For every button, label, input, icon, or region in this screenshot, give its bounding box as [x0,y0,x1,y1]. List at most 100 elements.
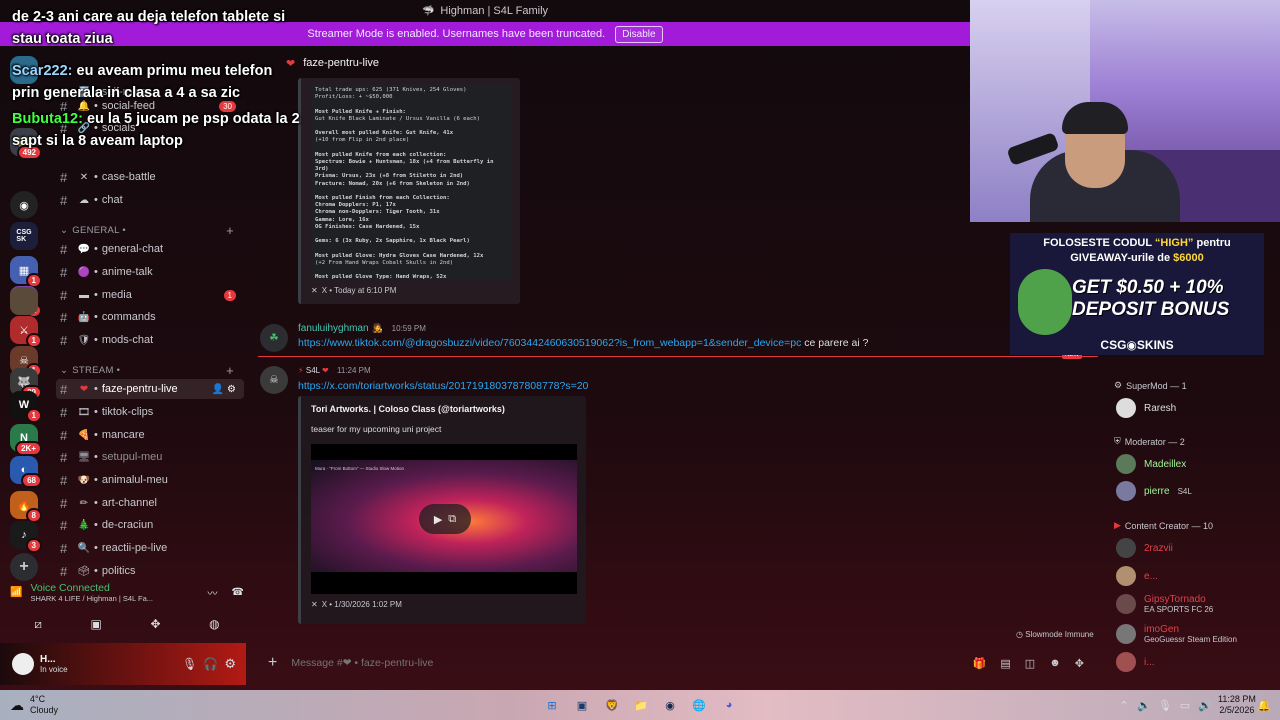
noise-icon[interactable]: ◍ [209,617,219,632]
member-item[interactable]: i... [1116,652,1155,672]
channel-emoji-icon: ☁ [79,194,89,206]
add-channel-icon[interactable]: + [226,363,234,378]
message-author[interactable]: fanuluihyghman [298,323,369,334]
channel-mancare[interactable]: # 🍕 • mancare [56,425,244,445]
disconnect-icon[interactable]: ☎ [232,587,244,598]
sticker-icon[interactable]: ◫ [1025,657,1035,670]
server-icon[interactable]: ◉ [10,191,38,219]
channel-reactii-pe-live[interactable]: # 🔍 • reactii-pe-live [56,538,244,558]
app-icon[interactable]: 🌐 [690,696,708,714]
start-menu-icon[interactable]: ⊞ [543,696,561,714]
channel-emoji-icon: 🛡 [77,334,91,346]
disable-streamer-mode-button[interactable]: Disable [615,25,663,43]
avatar [1116,398,1136,418]
screen-share-icon[interactable]: ▣ [91,617,102,632]
file-explorer-icon[interactable]: 📁 [632,696,650,714]
channel-anime-talk[interactable]: # 🟣 • anime-talk [56,262,244,282]
steam-icon[interactable]: ◉ [661,696,679,714]
settings-gear-icon[interactable]: 👤 ⚙ [212,384,236,395]
message-link[interactable]: https://www.tiktok.com/@dragosbuzzi/vide… [298,337,801,349]
server-icon[interactable]: W1 [10,391,42,423]
apps-icon[interactable]: ✥ [1075,657,1084,670]
headphones-icon[interactable]: 🎧 [203,657,218,671]
channel-emoji-icon: 💬 [77,243,91,255]
message-timestamp: 11:24 PM [336,366,371,375]
avatar[interactable]: ☘ [260,324,288,352]
server-icon[interactable]: ◐ 68 [10,456,42,488]
gear-icon[interactable]: ⚙ [224,656,236,672]
server-icon[interactable]: ⚔ 1 [10,316,42,348]
avatar[interactable]: ☠ [260,366,288,394]
server-icon[interactable]: ♪ 3 [10,521,42,553]
volume-icon[interactable]: 🔈 [1135,696,1153,714]
mic-icon[interactable]: 🎙 [1156,696,1174,714]
member-item[interactable]: imoGen GeoGuessr Steam Edition [1116,624,1237,644]
add-server-icon[interactable]: + [10,553,38,581]
server-icon[interactable]: 🔥 8 [10,491,42,523]
gift-icon[interactable]: 🎁 [973,657,987,670]
embed-image[interactable]: Total trade ups: 625 (371 Knives, 254 Gl… [311,84,511,280]
member-item[interactable]: Madeillex [1116,454,1186,474]
server-icon[interactable]: CSG SK [10,222,38,250]
add-attachment-icon[interactable]: + [268,654,277,672]
weather-widget[interactable]: ☁ 4°C Cloudy [10,694,58,716]
brave-browser-icon[interactable]: 🦁 [603,696,621,714]
server-icon[interactable]: ▦ 1 [10,256,42,288]
message-composer: + 🎁 ▤ ◫ ☻ ✥ [258,648,1098,678]
task-view-icon[interactable]: ▣ [573,696,591,714]
chevron-up-icon[interactable]: ⌃ [1115,696,1133,714]
microphone-icon[interactable]: 🎙 [182,657,197,671]
signal-icon: 📶 [10,587,23,598]
server-icon[interactable] [10,287,38,315]
channel-media[interactable]: # ▬ • media 1 [56,285,244,305]
message-link[interactable]: https://x.com/toriartworks/status/201719… [298,380,588,392]
gif-icon[interactable]: ▤ [1000,657,1010,670]
add-channel-icon[interactable]: + [226,223,234,238]
channel-emoji-icon: 🎄 [77,519,91,531]
overlay-message: Bubuta12: eu la 5 jucam pe psp odata la … [12,111,300,149]
play-button[interactable]: ▶ ⧉ [419,504,471,534]
channel-setupul-meu[interactable]: # 🖥 • setupul-meu [56,447,244,467]
channel-faze-pentru-live[interactable]: # ❤ • faze-pentru-live 👤 ⚙ [56,379,244,399]
emoji-icon[interactable]: ☻ [1049,657,1061,670]
camera-off-icon[interactable]: ⧄ [34,617,42,632]
speaker-icon[interactable]: 🔊 [1196,696,1214,714]
channel-animalul-meu[interactable]: # 🐶 • animalul-meu [56,470,244,490]
member-item[interactable]: 2razvii [1116,538,1173,558]
embed-text-line [315,245,507,252]
activities-icon[interactable]: ✥ [151,617,161,632]
member-item[interactable]: e... [1116,566,1158,586]
channel-chat[interactable]: # ☁ • chat [56,190,244,210]
member-item[interactable]: GipsyTornado EA SPORTS FC 26 [1116,594,1213,614]
channel-mods-chat[interactable]: # 🛡 • mods-chat [56,330,244,350]
channel-de-craciun[interactable]: # 🎄 • de-craciun [56,515,244,535]
message-input[interactable] [291,657,973,669]
network-icon[interactable]: ▭ [1176,696,1194,714]
stream-chat-overlay: de 2-3 ani care au deja telefon tablete … [12,6,302,152]
embed-text-line: Chroma Dopplers: P1, 17x [315,202,396,209]
channel-commands[interactable]: # 🤖 • commands [56,307,244,327]
channel-art-channel[interactable]: # ✏ • art-channel [56,493,244,513]
voice-channel[interactable]: SHARK 4 LIFE / Highman | S4L Fa... [30,594,153,603]
channel-header: ❤ faze-pentru-live [246,50,970,76]
member-item[interactable]: Raresh [1116,398,1176,418]
channel-tiktok-clips[interactable]: # 🎞 • tiktok-clips [56,402,244,422]
avatar[interactable] [12,653,34,675]
channel-case-battle[interactable]: # ✕ • case-battle [56,167,244,187]
category-stream[interactable]: ⌄ STREAM • + [60,363,240,378]
clock[interactable]: 11:28 PM 2/5/2026 [1218,694,1256,716]
video-player[interactable]: Mura · "From Bottom" — Studio Slow Motio… [311,444,577,594]
notification-icon[interactable]: 🔔 [1255,696,1273,714]
mascot-icon [1018,269,1072,335]
category-general[interactable]: ⌄ GENERAL • + [60,223,240,238]
server-icon[interactable]: N 2K+ [10,424,42,456]
user-status: In voice [40,665,68,674]
embed-author[interactable]: Tori Artworks. | Coloso Class (@toriartw… [311,404,576,414]
overlay-message: de 2-3 ani care au deja telefon tablete … [12,9,286,47]
chevron-down-icon: ⌄ [60,365,69,376]
channel-politics[interactable]: # 🗳 • politics [56,561,244,581]
channel-general-chat[interactable]: # 💬 • general-chat [56,239,244,259]
discord-icon[interactable]: ◕ [720,696,738,714]
member-item[interactable]: pierre S4L [1116,481,1192,501]
soundboard-icon[interactable]: 〰 [208,585,218,600]
